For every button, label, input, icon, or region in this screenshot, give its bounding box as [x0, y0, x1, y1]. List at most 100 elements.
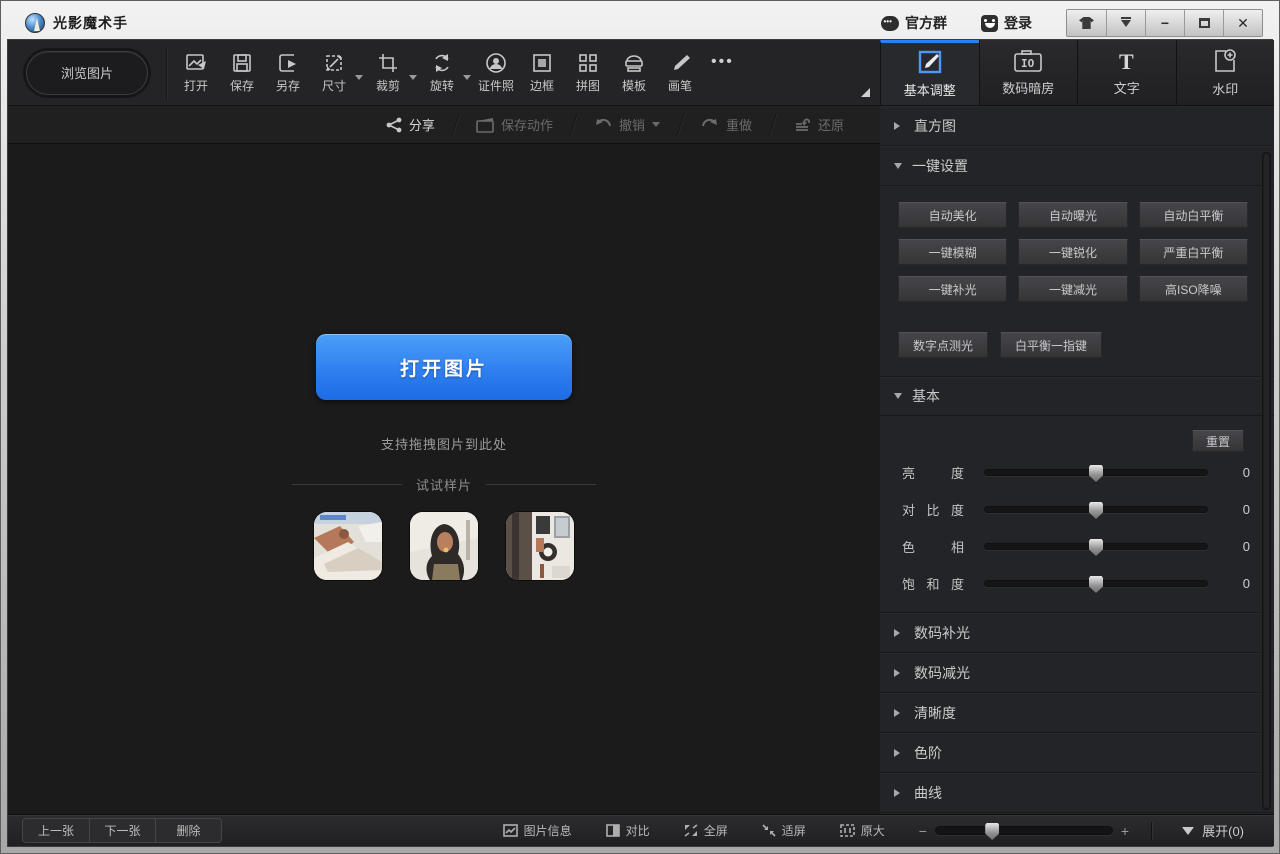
template-label: 模板	[622, 77, 646, 94]
maximize-button[interactable]	[1184, 10, 1223, 36]
compare-icon	[606, 824, 620, 837]
image-info-button[interactable]: 图片信息	[503, 822, 572, 839]
one-key-fill-light-button[interactable]: 一键补光	[898, 276, 1007, 302]
save-as-button[interactable]: 另存	[265, 44, 311, 102]
official-group-button[interactable]: 官方群	[881, 13, 947, 33]
saturation-slider[interactable]	[984, 580, 1208, 587]
image-info-icon	[503, 824, 518, 837]
brush-icon	[669, 52, 691, 74]
border-button[interactable]: 边框	[519, 44, 565, 102]
one-key-sharpen-button[interactable]: 一键锐化	[1018, 239, 1127, 265]
chevron-right-icon	[894, 629, 904, 637]
collage-button[interactable]: 拼图	[565, 44, 611, 102]
skin-button[interactable]	[1067, 10, 1106, 36]
slider-thumb[interactable]	[1089, 539, 1103, 556]
redo-icon	[701, 117, 719, 133]
panel-scrollbar[interactable]	[1262, 152, 1271, 810]
main-toolbar: 浏览图片 打开 保存 另存 尺寸 裁剪	[8, 40, 880, 106]
share-button[interactable]: 分享	[366, 106, 455, 143]
save-button[interactable]: 保存	[219, 44, 265, 102]
expand-label: 展开(0)	[1202, 821, 1244, 840]
restore-button[interactable]: 还原	[773, 106, 864, 143]
section-one-key[interactable]: 一键设置	[880, 146, 1274, 186]
auto-beautify-button[interactable]: 自动美化	[898, 202, 1007, 228]
tab-text[interactable]: T 文字	[1077, 40, 1176, 105]
compare-button[interactable]: 对比	[606, 822, 650, 839]
crop-button[interactable]: 裁剪	[365, 44, 411, 102]
slider-thumb[interactable]	[1089, 502, 1103, 519]
toolbar-collapse-icon[interactable]	[861, 88, 870, 97]
delete-image-button[interactable]: 删除	[155, 819, 221, 842]
id-photo-icon	[485, 52, 507, 74]
open-button[interactable]: 打开	[173, 44, 219, 102]
sample-thumbnail-2[interactable]	[410, 512, 478, 580]
open-image-button[interactable]: 打开图片	[316, 334, 572, 400]
original-size-label: 原大	[861, 822, 885, 839]
titlebar: 光影魔术手 官方群 登录 − ✕	[7, 7, 1273, 39]
contrast-label: 对比度	[902, 500, 964, 519]
resize-icon	[323, 52, 345, 74]
slider-thumb[interactable]	[1089, 576, 1103, 593]
white-balance-one-touch-button[interactable]: 白平衡一指键	[1000, 332, 1102, 358]
zoom-in-button[interactable]: +	[1113, 823, 1137, 839]
redo-button[interactable]: 重做	[681, 106, 772, 143]
tab-watermark[interactable]: 水印	[1176, 40, 1275, 105]
section-curves[interactable]: 曲线	[880, 773, 1274, 813]
undo-button[interactable]: 撤销	[574, 106, 680, 143]
shirt-icon	[1079, 17, 1094, 29]
zoom-out-button[interactable]: −	[911, 823, 935, 839]
open-image-icon	[185, 52, 207, 74]
undo-dropdown-arrow[interactable]	[652, 122, 660, 131]
id-photo-button[interactable]: 证件照	[473, 44, 519, 102]
template-button[interactable]: 模板	[611, 44, 657, 102]
hue-slider[interactable]	[984, 543, 1208, 550]
section-basic[interactable]: 基本	[880, 376, 1274, 416]
image-info-label: 图片信息	[524, 822, 572, 839]
restore-label: 还原	[818, 115, 844, 134]
contrast-slider-row: 对比度 0	[880, 491, 1274, 528]
tab-basic-adjust[interactable]: 基本调整	[880, 40, 979, 105]
collage-icon	[577, 52, 599, 74]
fullscreen-button[interactable]: 全屏	[684, 822, 728, 839]
window-controls: − ✕	[1066, 9, 1263, 37]
action-bar: 分享 保存动作 撤销 重做 还原	[8, 106, 880, 144]
close-button[interactable]: ✕	[1223, 10, 1262, 36]
login-button[interactable]: 登录	[981, 13, 1032, 33]
auto-white-balance-button[interactable]: 自动白平衡	[1139, 202, 1248, 228]
original-size-button[interactable]: 原大	[840, 822, 885, 839]
next-image-button[interactable]: 下一张	[89, 819, 155, 842]
auto-exposure-button[interactable]: 自动曝光	[1018, 202, 1127, 228]
section-histogram[interactable]: 直方图	[880, 106, 1274, 146]
sample-thumbnail-3[interactable]	[506, 512, 574, 580]
more-tools-button[interactable]: •••	[711, 53, 734, 71]
slider-thumb[interactable]	[1089, 465, 1103, 482]
resize-button[interactable]: 尺寸	[311, 44, 357, 102]
sample-thumbnail-1[interactable]	[314, 512, 382, 580]
one-key-blur-button[interactable]: 一键模糊	[898, 239, 1007, 265]
prev-image-button[interactable]: 上一张	[23, 819, 89, 842]
browse-images-button[interactable]: 浏览图片	[26, 51, 148, 95]
section-digital-fill-light[interactable]: 数码补光	[880, 613, 1274, 653]
section-levels[interactable]: 色阶	[880, 733, 1274, 773]
tab-digital-darkroom[interactable]: IO 数码暗房	[979, 40, 1078, 105]
zoom-slider[interactable]	[935, 826, 1113, 835]
rotate-button[interactable]: 旋转	[419, 44, 465, 102]
expand-button[interactable]: 展开(0)	[1166, 818, 1260, 844]
digital-spot-metering-button[interactable]: 数字点测光	[898, 332, 988, 358]
section-digital-dim-light[interactable]: 数码减光	[880, 653, 1274, 693]
main-menu-button[interactable]	[1106, 10, 1145, 36]
save-action-button[interactable]: 保存动作	[456, 106, 573, 143]
zoom-slider-thumb[interactable]	[985, 823, 999, 840]
contrast-slider[interactable]	[984, 506, 1208, 513]
minimize-button[interactable]: −	[1145, 10, 1184, 36]
expand-caret-icon	[1182, 827, 1194, 841]
high-iso-denoise-button[interactable]: 高ISO降噪	[1139, 276, 1248, 302]
one-key-dim-light-button[interactable]: 一键减光	[1018, 276, 1127, 302]
section-clarity[interactable]: 清晰度	[880, 693, 1274, 733]
severe-white-balance-button[interactable]: 严重白平衡	[1139, 239, 1248, 265]
reset-button[interactable]: 重置	[1192, 430, 1244, 452]
scrollbar-thumb[interactable]	[1264, 154, 1269, 808]
brightness-slider[interactable]	[984, 469, 1208, 476]
fit-screen-button[interactable]: 适屏	[762, 822, 806, 839]
brush-button[interactable]: 画笔	[657, 44, 703, 102]
